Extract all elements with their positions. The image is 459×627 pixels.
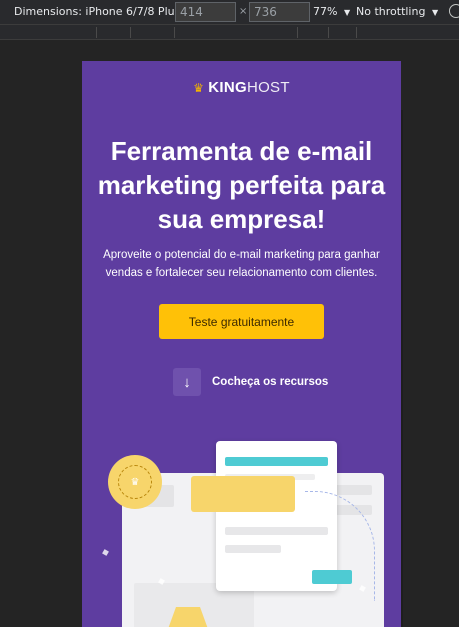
zoom-dropdown[interactable]: 77% ▼	[313, 5, 350, 18]
viewport-edge	[401, 110, 403, 627]
viewport-height-input[interactable]	[249, 2, 310, 22]
page-headline: Ferramenta de e-mail marketing perfeita …	[97, 136, 386, 234]
crown-icon: ♛	[193, 81, 205, 95]
quality-seal-badge: ♛	[108, 455, 162, 509]
logo-host-text: HOST	[246, 79, 290, 96]
viewport-width-input[interactable]	[175, 2, 236, 22]
illustration-yellow-block	[191, 476, 295, 512]
chevron-down-icon: ▼	[343, 8, 351, 17]
chevron-down-icon: ▼	[431, 8, 439, 17]
features-link-label: Cocheça os recursos	[212, 376, 329, 388]
crown-seal-icon: ♛	[118, 465, 152, 499]
hero-illustration: ♛	[82, 431, 401, 627]
features-link[interactable]: ↓ Cocheça os recursos	[173, 368, 328, 396]
dimension-separator: ×	[239, 6, 248, 17]
device-viewport: ♛ KINGHOST Ferramenta de e-mail marketing…	[82, 61, 401, 627]
rotate-icon[interactable]	[449, 4, 459, 18]
device-dimensions-label: Dimensions: iPhone 6/7/8 Plus	[14, 5, 181, 18]
devtools-toolbar: Dimensions: iPhone 6/7/8 Plus ▼ × 77% ▼ …	[0, 0, 459, 25]
media-query-ruler	[0, 25, 459, 40]
kinghost-logo[interactable]: ♛ KINGHOST	[82, 79, 401, 96]
page-subtext: Aproveite o potencial do e-mail marketin…	[103, 249, 380, 279]
arrow-down-icon: ↓	[173, 368, 201, 396]
device-dimensions-dropdown[interactable]: Dimensions: iPhone 6/7/8 Plus ▼	[14, 5, 193, 18]
throttling-dropdown[interactable]: No throttling ▼	[356, 5, 438, 18]
zoom-value: 77%	[313, 5, 338, 18]
free-trial-button[interactable]: Teste gratuitamente	[159, 304, 324, 339]
logo-king-text: KING	[208, 79, 247, 96]
throttling-value: No throttling	[356, 5, 426, 18]
